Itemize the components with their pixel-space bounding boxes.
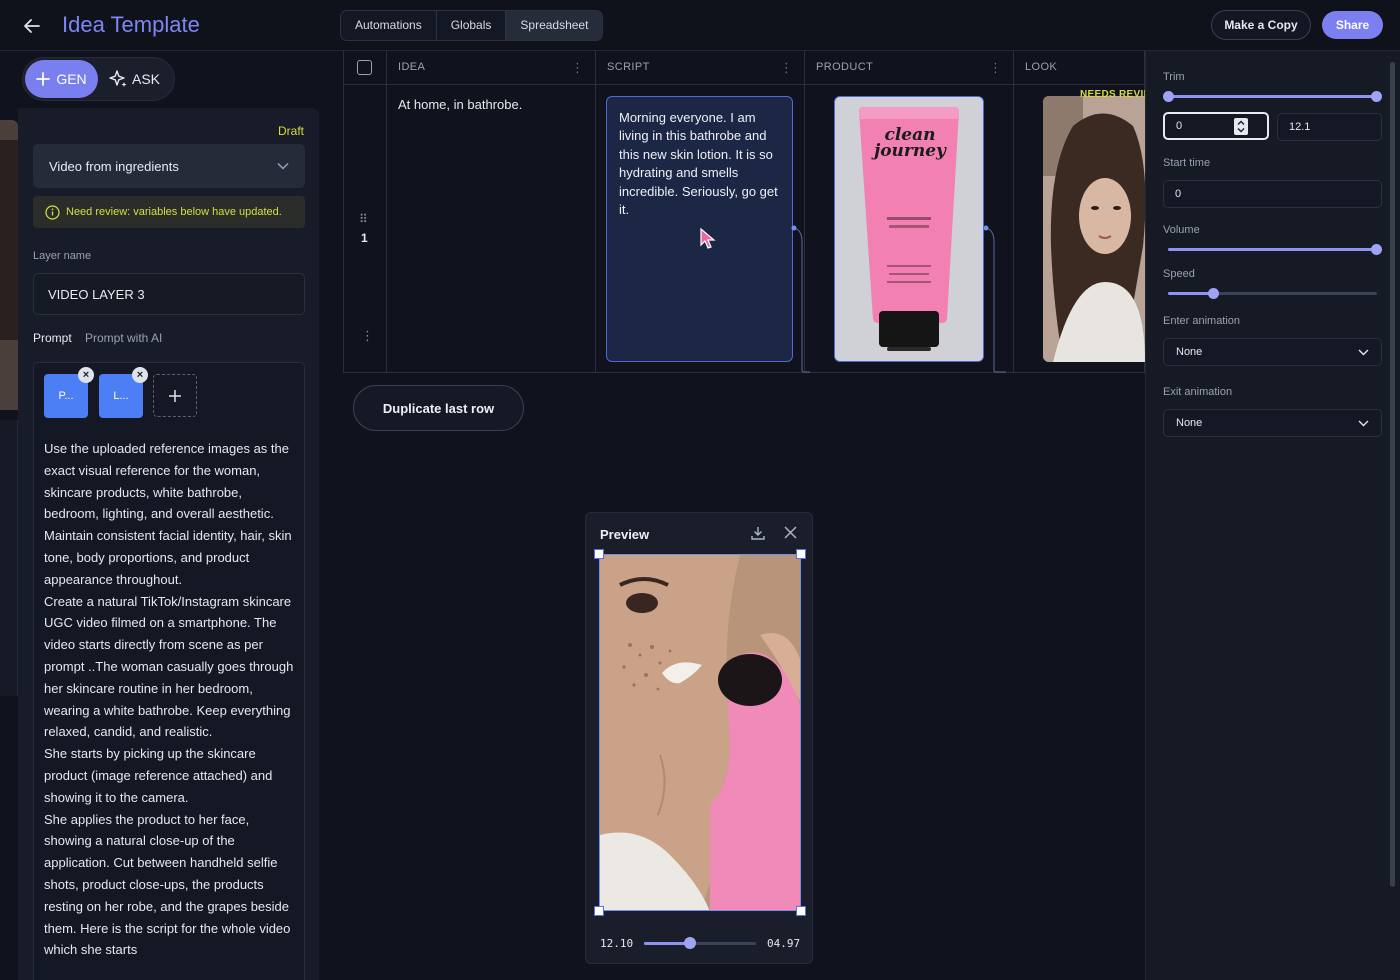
review-warning-text: Need review: variables below have update… <box>66 206 282 218</box>
product-brand-text: clean journey <box>874 125 946 161</box>
ask-label: ASK <box>132 71 161 87</box>
back-button[interactable] <box>18 12 46 40</box>
start-time-input[interactable]: 0 <box>1163 180 1382 208</box>
chevron-down-icon <box>277 162 289 170</box>
volume-slider-fill <box>1168 248 1377 251</box>
draft-status: Draft <box>278 124 305 138</box>
idea-cell[interactable]: At home, in bathrobe. <box>398 97 522 112</box>
thumbnail-edge[interactable] <box>0 120 18 410</box>
mouse-cursor-icon <box>700 228 716 249</box>
exit-animation-value: None <box>1176 417 1203 429</box>
plus-icon <box>36 72 51 86</box>
column-header-script[interactable]: SCRIPT <box>607 61 650 73</box>
column-menu-kebab-icon[interactable]: ⋮ <box>571 60 584 76</box>
trim-start-knob[interactable] <box>1163 91 1174 102</box>
tab-spreadsheet[interactable]: Spreadsheet <box>506 11 603 40</box>
share-button[interactable]: Share <box>1322 11 1383 39</box>
column-divider <box>595 51 596 373</box>
arrow-left-icon <box>24 19 40 33</box>
woman-portrait-image <box>1043 96 1145 362</box>
row-drag-handle-icon[interactable]: ⠿ <box>359 212 368 226</box>
preview-scrubber-knob[interactable] <box>684 937 696 949</box>
view-tabs: Automations Globals Spreadsheet <box>340 10 604 41</box>
resize-handle[interactable] <box>594 549 604 559</box>
number-stepper-icon[interactable] <box>1234 118 1248 135</box>
resize-handle[interactable] <box>796 549 806 559</box>
exit-animation-select[interactable]: None <box>1163 409 1382 437</box>
page-title: Idea Template <box>62 12 200 37</box>
workflow-select-value: Video from ingredients <box>49 158 179 174</box>
side-panel-edge <box>0 420 18 696</box>
layer-name-label: Layer name <box>33 250 92 262</box>
resize-handle[interactable] <box>796 906 806 916</box>
info-icon <box>45 204 60 220</box>
enter-animation-value: None <box>1176 346 1203 358</box>
preview-current-time: 12.10 <box>600 937 634 950</box>
trim-slider-fill <box>1168 95 1377 98</box>
column-menu-kebab-icon[interactable]: ⋮ <box>780 60 793 76</box>
review-warning: Need review: variables below have update… <box>33 196 305 228</box>
layer-name-input[interactable]: VIDEO LAYER 3 <box>33 273 305 315</box>
chevron-down-icon <box>1358 420 1369 426</box>
panel-scrollbar[interactable] <box>1390 62 1395 887</box>
column-divider <box>386 51 387 373</box>
resize-handle[interactable] <box>594 906 604 916</box>
needs-review-badge: NEEDS REVIE <box>1080 89 1151 100</box>
preview-duration: 04.97 <box>767 937 801 950</box>
volume-label: Volume <box>1163 224 1200 236</box>
top-bar <box>0 0 1400 51</box>
enter-animation-select[interactable]: None <box>1163 338 1382 366</box>
preview-video-frame[interactable] <box>599 554 801 911</box>
add-reference-button[interactable] <box>153 374 197 417</box>
trim-end-input[interactable]: 12.1 <box>1277 113 1382 141</box>
tab-automations[interactable]: Automations <box>341 11 437 40</box>
exit-animation-label: Exit animation <box>1163 386 1233 398</box>
gen-mode-button[interactable]: GEN <box>25 60 98 98</box>
close-preview-close-icon[interactable] <box>783 525 798 545</box>
plus-icon <box>169 389 181 402</box>
product-image[interactable]: clean journey <box>834 96 984 362</box>
select-all-checkbox[interactable] <box>357 60 372 75</box>
column-header-look[interactable]: LOOK <box>1025 61 1057 73</box>
gen-label: GEN <box>56 71 87 87</box>
start-time-label: Start time <box>1163 157 1211 169</box>
speed-knob[interactable] <box>1208 288 1219 299</box>
look-image[interactable] <box>1043 96 1145 362</box>
column-menu-kebab-icon[interactable]: ⋮ <box>989 60 1002 76</box>
sparkle-icon <box>109 70 127 87</box>
make-copy-button[interactable]: Make a Copy <box>1211 10 1311 40</box>
row-number: 1 <box>361 231 368 245</box>
chevron-down-icon <box>1358 349 1369 355</box>
preview-title: Preview <box>600 527 650 542</box>
workflow-select[interactable]: Video from ingredients <box>33 144 305 188</box>
download-icon[interactable] <box>750 525 766 546</box>
skincare-video-frame <box>600 555 800 910</box>
tab-prompt-with-ai[interactable]: Prompt with AI <box>85 331 162 345</box>
trim-start-input[interactable]: 0 <box>1163 112 1269 140</box>
prompt-text[interactable]: Use the uploaded reference images as the… <box>44 438 300 978</box>
column-header-idea[interactable]: IDEA <box>398 61 425 73</box>
duplicate-last-row-button[interactable]: Duplicate last row <box>353 385 524 431</box>
tab-globals[interactable]: Globals <box>437 11 507 40</box>
trim-label: Trim <box>1163 71 1185 83</box>
ask-mode-button[interactable]: ASK <box>108 60 168 98</box>
trim-end-knob[interactable] <box>1371 91 1382 102</box>
enter-animation-label: Enter animation <box>1163 315 1241 327</box>
column-header-product[interactable]: PRODUCT <box>816 61 873 73</box>
volume-knob[interactable] <box>1371 244 1382 255</box>
tab-prompt[interactable]: Prompt <box>33 331 72 345</box>
row-menu-kebab-icon[interactable]: ⋮ <box>361 328 374 344</box>
remove-chip-close-icon[interactable]: × <box>132 367 148 383</box>
remove-chip-close-icon[interactable]: × <box>78 367 94 383</box>
speed-label: Speed <box>1163 268 1195 280</box>
trim-start-value: 0 <box>1176 120 1183 132</box>
